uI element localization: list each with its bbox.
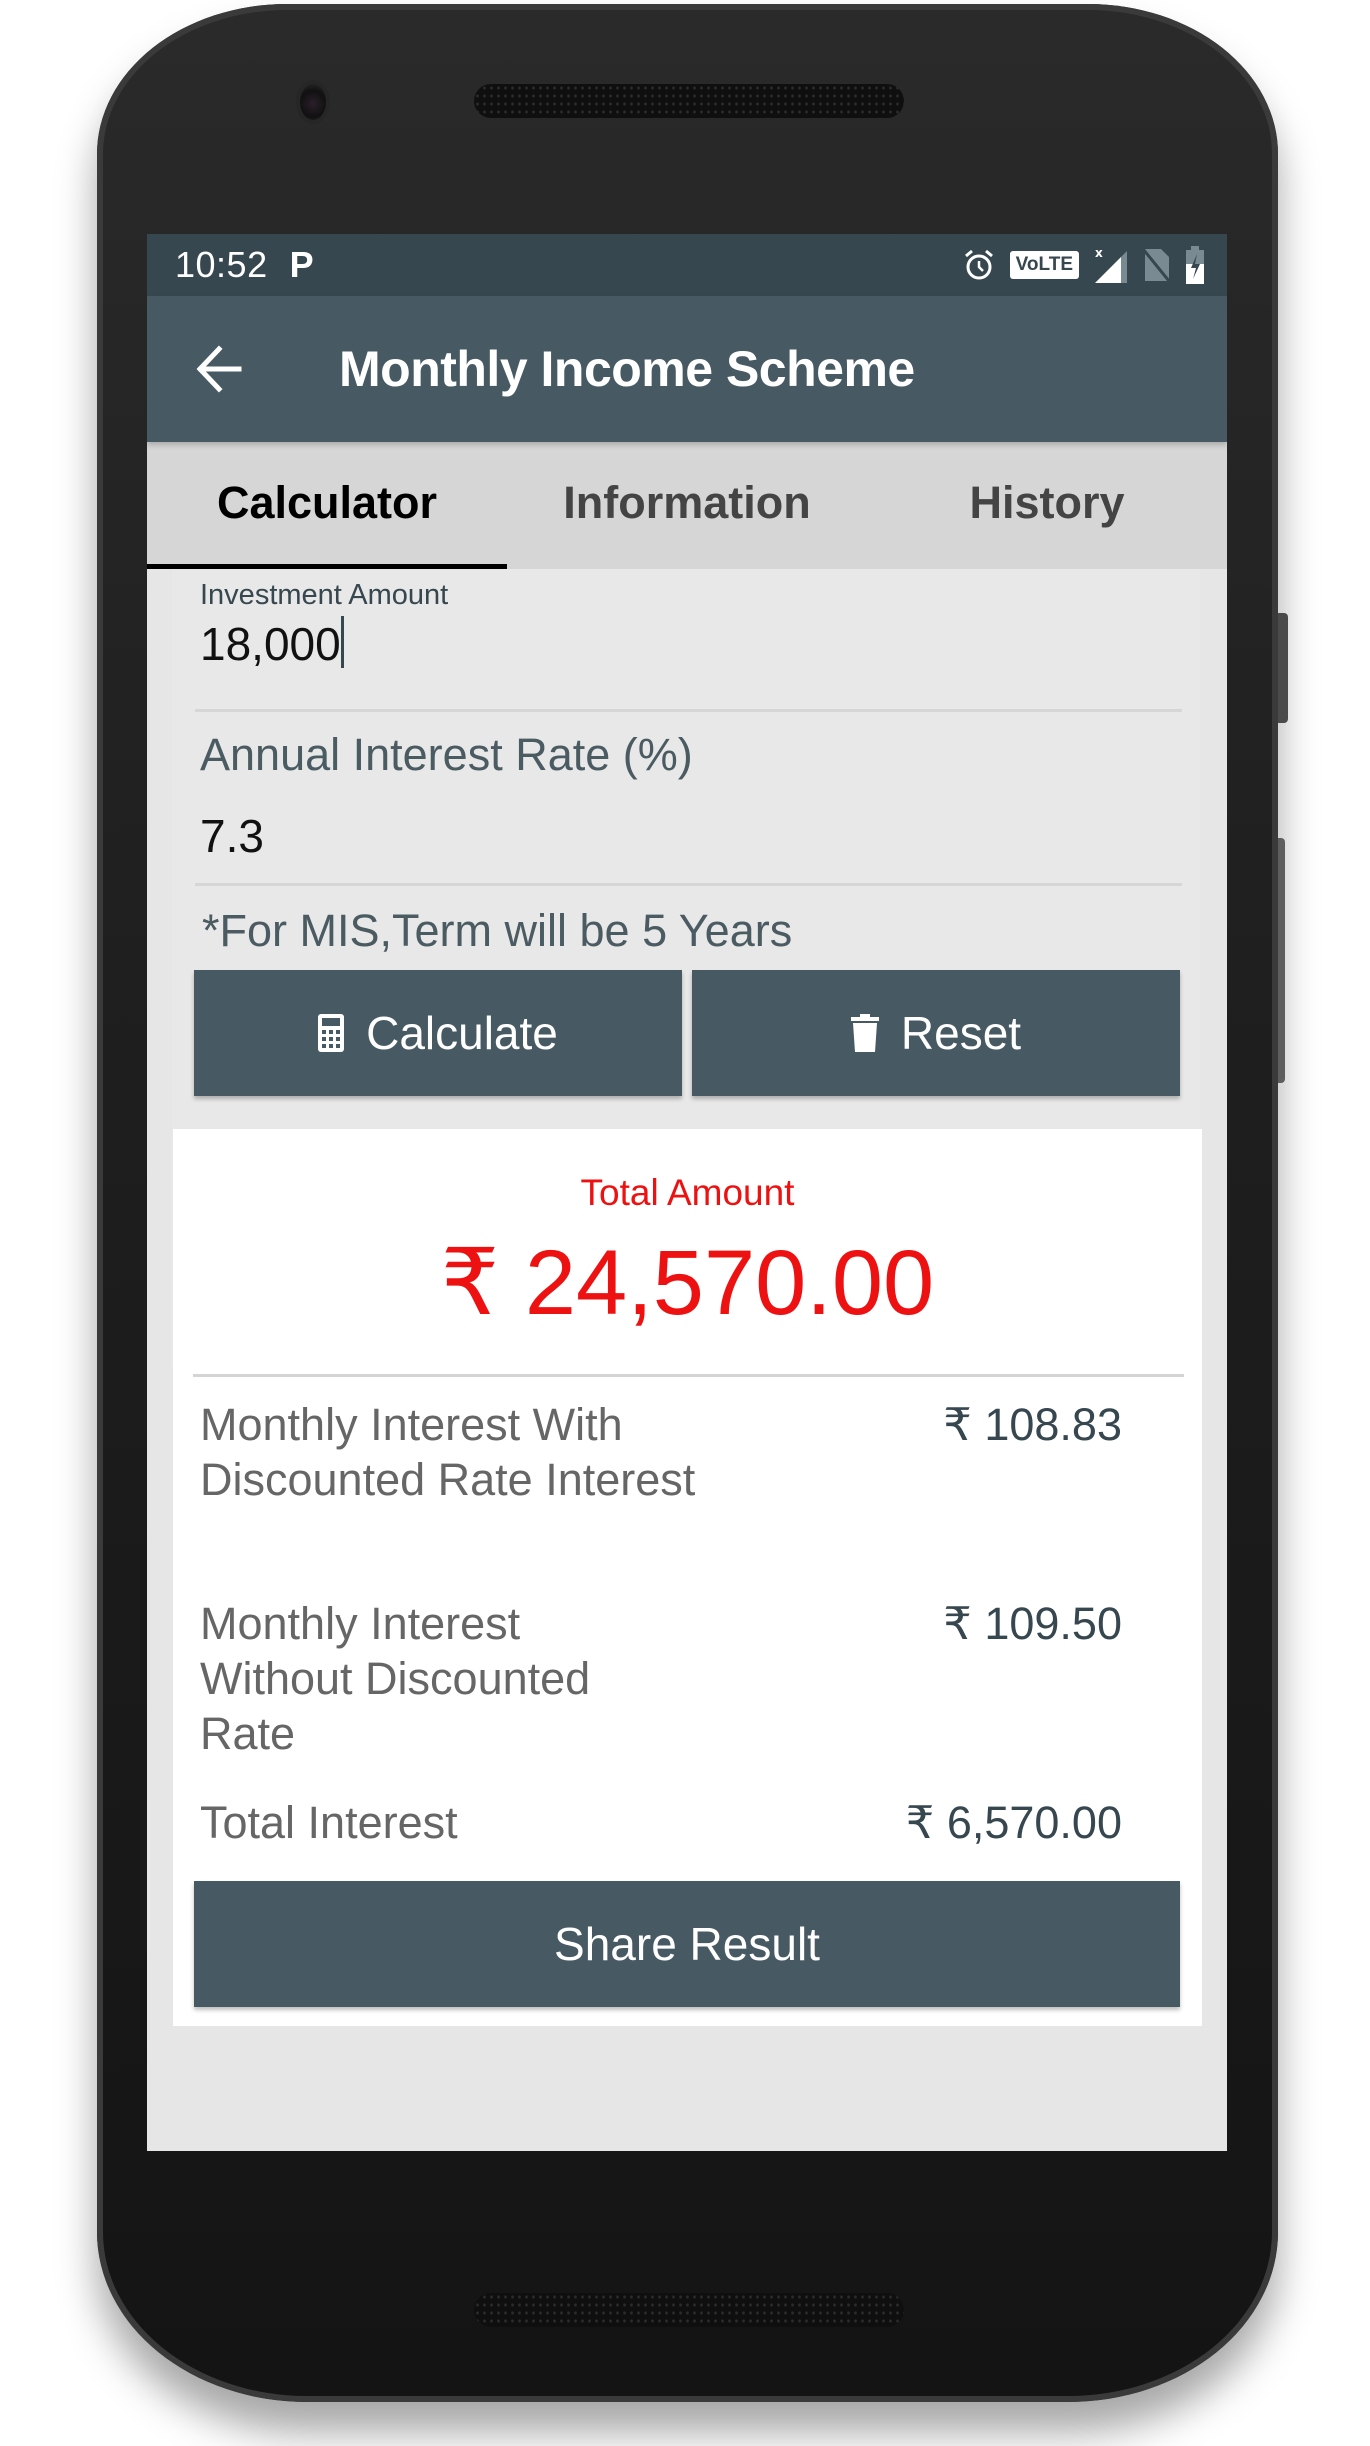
- no-sim-icon: [1141, 248, 1171, 282]
- trash-icon: [850, 1014, 879, 1052]
- interest-rate-field[interactable]: Annual Interest Rate (%) 7.3: [200, 729, 1182, 863]
- investment-amount-underline: [195, 709, 1182, 712]
- result-row: Total Interest ₹ 6,570.00: [200, 1795, 1122, 1850]
- total-interest-value: ₹ 6,570.00: [905, 1797, 1122, 1848]
- earpiece-speaker: [474, 84, 904, 118]
- calculator-icon: [318, 1014, 345, 1052]
- front-camera: [300, 84, 326, 120]
- investment-amount-input[interactable]: 18,000: [200, 618, 341, 670]
- monthly-interest-discounted-value: ₹ 108.83: [943, 1399, 1122, 1450]
- total-amount-label: Total Amount: [580, 1172, 795, 1213]
- tab-calculator[interactable]: Calculator: [147, 442, 507, 569]
- reset-label: Reset: [900, 1007, 1022, 1059]
- status-icons: VoLTE x: [962, 234, 1205, 296]
- result-row: Monthly Interest With Discounted Rate In…: [200, 1397, 1122, 1507]
- svg-text:x: x: [1095, 246, 1103, 260]
- share-result-button[interactable]: Share Result: [194, 1881, 1180, 2007]
- total-interest-label: Total Interest: [200, 1797, 458, 1848]
- interest-rate-label: Annual Interest Rate (%): [200, 729, 693, 780]
- power-button: [1278, 613, 1288, 723]
- text-cursor: [340, 616, 344, 668]
- status-bar: 10:52 P VoLTE x: [147, 234, 1227, 296]
- calculate-button[interactable]: Calculate: [194, 970, 682, 1096]
- monthly-interest-undiscounted-value: ₹ 109.50: [943, 1598, 1122, 1649]
- alarm-icon: [964, 249, 993, 280]
- share-result-label: Share Result: [554, 1918, 820, 1970]
- monthly-interest-undiscounted-label: Monthly Interest Without Discounted Rate: [200, 1598, 591, 1759]
- term-note: *For MIS,Term will be 5 Years: [202, 905, 793, 956]
- reset-button[interactable]: Reset: [692, 970, 1180, 1096]
- app-bar: Monthly Income Scheme: [147, 296, 1227, 442]
- volte-icon: VoLTE: [1009, 251, 1079, 279]
- interest-rate-input[interactable]: 7.3: [200, 809, 1182, 863]
- calculate-label: Calculate: [366, 1007, 558, 1059]
- tab-information[interactable]: Information: [507, 442, 867, 569]
- monthly-interest-discounted-label: Monthly Interest With Discounted Rate In…: [200, 1399, 696, 1505]
- tab-history[interactable]: History: [867, 442, 1227, 569]
- arrow-left-icon[interactable]: [195, 341, 245, 397]
- volume-button: [1278, 838, 1285, 1083]
- interest-rate-underline: [195, 883, 1182, 886]
- investment-amount-field[interactable]: Investment Amount 18,000: [200, 579, 1182, 671]
- screen: 10:52 P VoLTE x Monthly Income Scheme Ca…: [147, 234, 1227, 2151]
- result-row: Monthly Interest Without Discounted Rate…: [200, 1596, 1122, 1761]
- total-amount-value: ₹ 24,570.00: [440, 1232, 935, 1334]
- battery-charging-icon: [1186, 246, 1204, 284]
- bottom-speaker: [474, 2293, 904, 2327]
- result-card: Total Amount ₹ 24,570.00 Monthly Interes…: [173, 1129, 1202, 2026]
- investment-amount-label: Investment Amount: [200, 579, 449, 611]
- status-time: 10:52: [175, 244, 268, 285]
- tab-bar: Calculator Information History: [147, 442, 1227, 569]
- result-divider: [193, 1374, 1184, 1377]
- signal-icon: x: [1095, 246, 1127, 283]
- parking-p-icon: P: [289, 244, 314, 285]
- page-title: Monthly Income Scheme: [339, 341, 915, 397]
